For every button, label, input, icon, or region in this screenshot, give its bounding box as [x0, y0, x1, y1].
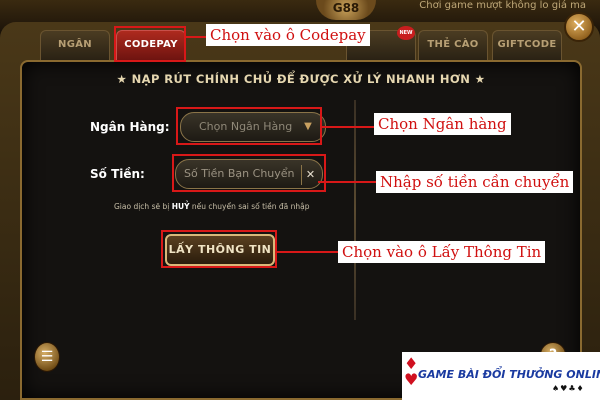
- connector-codepay: [186, 36, 208, 38]
- new-badge: NEW: [397, 26, 415, 40]
- highlight-codepay: [114, 26, 186, 62]
- connector-bank: [322, 126, 374, 128]
- callout-amount: Nhập số tiền cần chuyển: [376, 171, 574, 193]
- connector-fetch: [277, 251, 339, 253]
- bank-label: Ngân Hàng:: [90, 120, 170, 134]
- amount-label: Số Tiền:: [90, 167, 145, 181]
- connector-amount: [318, 181, 376, 183]
- form-headline: ★ NẠP RÚT CHÍNH CHỦ ĐỂ ĐƯỢC XỬ LÝ NHANH …: [116, 72, 486, 86]
- callout-fetch: Chọn vào ô Lấy Thông Tin: [338, 241, 546, 263]
- history-book-icon[interactable]: ☰: [34, 342, 60, 372]
- tab-ngan-hang[interactable]: NGÂN HÀNG: [40, 30, 110, 78]
- panel-divider: [354, 100, 356, 320]
- site-watermark: ♦ ♥ GAME BÀI ĐỔI THƯỞNG ONLINE ♠♥♣♦: [402, 352, 600, 400]
- highlight-bank: [176, 107, 322, 145]
- close-icon[interactable]: ✕: [564, 12, 594, 42]
- highlight-fetch: [161, 230, 277, 268]
- tab-the-cao[interactable]: THẺ CÀO: [418, 30, 488, 60]
- watermark-text: GAME BÀI ĐỔI THƯỞNG ONLINE: [418, 368, 600, 381]
- callout-codepay: Chọn vào ô Codepay: [206, 24, 370, 46]
- suits-icon: ♠♥♣♦: [552, 384, 585, 393]
- top-banner-text: Chơi game mượt không lo giá ma: [419, 0, 586, 11]
- tab-giftcode[interactable]: GIFTCODE: [492, 30, 562, 60]
- highlight-amount: [172, 154, 326, 192]
- cancel-notice: Giao dịch sẽ bị HUỶ nếu chuyển sai số ti…: [114, 202, 310, 211]
- callout-bank: Chọn Ngân hàng: [374, 113, 511, 135]
